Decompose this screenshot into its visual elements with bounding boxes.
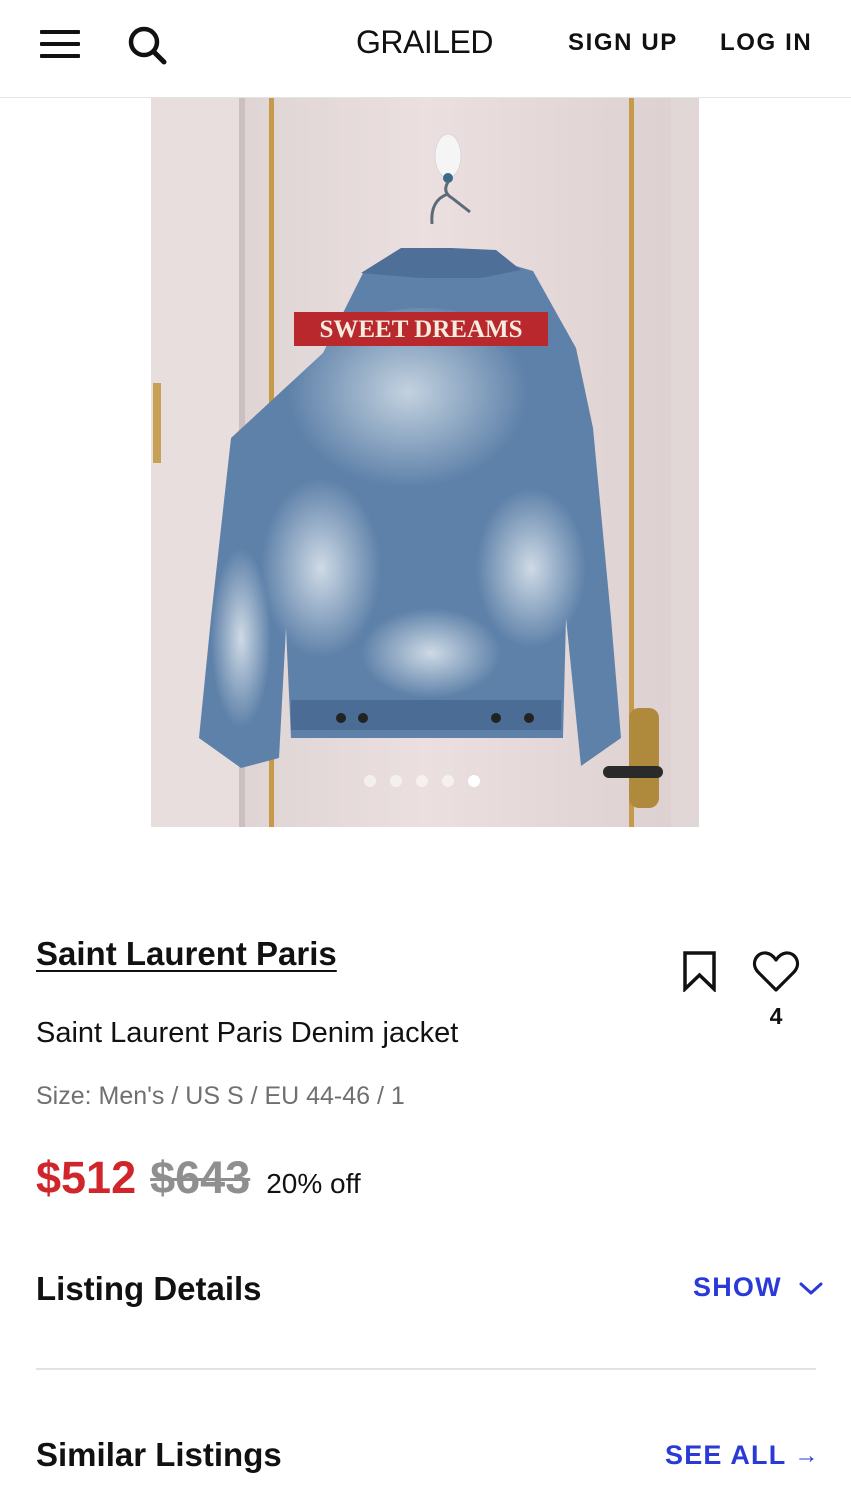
carousel-dot[interactable] <box>390 775 402 787</box>
heart-icon[interactable] <box>752 950 800 994</box>
brand-link[interactable]: Saint Laurent Paris <box>36 935 337 973</box>
carousel-dot[interactable] <box>364 775 376 787</box>
listing-title: Saint Laurent Paris Denim jacket <box>36 1017 459 1049</box>
top-header: GRAILED SIGN UP LOG IN <box>0 0 851 98</box>
chevron-down-icon <box>799 1282 823 1294</box>
bookmark-icon[interactable] <box>681 950 719 994</box>
product-image-carousel[interactable]: SWEET DREAMS <box>151 98 699 827</box>
carousel-dots <box>151 775 696 787</box>
patch-text: SWEET DREAMS <box>319 316 522 343</box>
section-divider <box>36 1368 816 1370</box>
carousel-dot[interactable] <box>442 775 454 787</box>
log-in-link[interactable]: LOG IN <box>720 29 812 57</box>
like-count: 4 <box>769 1003 783 1029</box>
price-row: $512 $643 20% off <box>36 1152 361 1204</box>
listing-size: Size: Men's / US S / EU 44-46 / 1 <box>36 1082 405 1110</box>
show-details-button[interactable]: SHOW <box>693 1272 824 1303</box>
arrow-right-icon: → <box>794 1441 819 1469</box>
similar-listings-heading: Similar Listings <box>36 1436 282 1473</box>
product-photo: SWEET DREAMS <box>151 98 699 827</box>
search-icon[interactable] <box>124 20 172 68</box>
current-price: $512 <box>36 1152 137 1203</box>
see-all-button[interactable]: SEE ALL → <box>665 1440 818 1471</box>
original-price: $643 <box>150 1152 251 1203</box>
carousel-dot[interactable] <box>416 775 428 787</box>
listing-details-heading: Listing Details <box>36 1270 262 1307</box>
hamburger-icon[interactable] <box>38 24 84 64</box>
discount-label: 20% off <box>266 1168 361 1199</box>
sign-up-link[interactable]: SIGN UP <box>568 29 678 57</box>
carousel-dot-active[interactable] <box>468 775 480 787</box>
see-all-label: SEE ALL <box>665 1440 787 1470</box>
grailed-logo[interactable]: GRAILED <box>356 24 493 61</box>
show-label: SHOW <box>693 1272 782 1302</box>
